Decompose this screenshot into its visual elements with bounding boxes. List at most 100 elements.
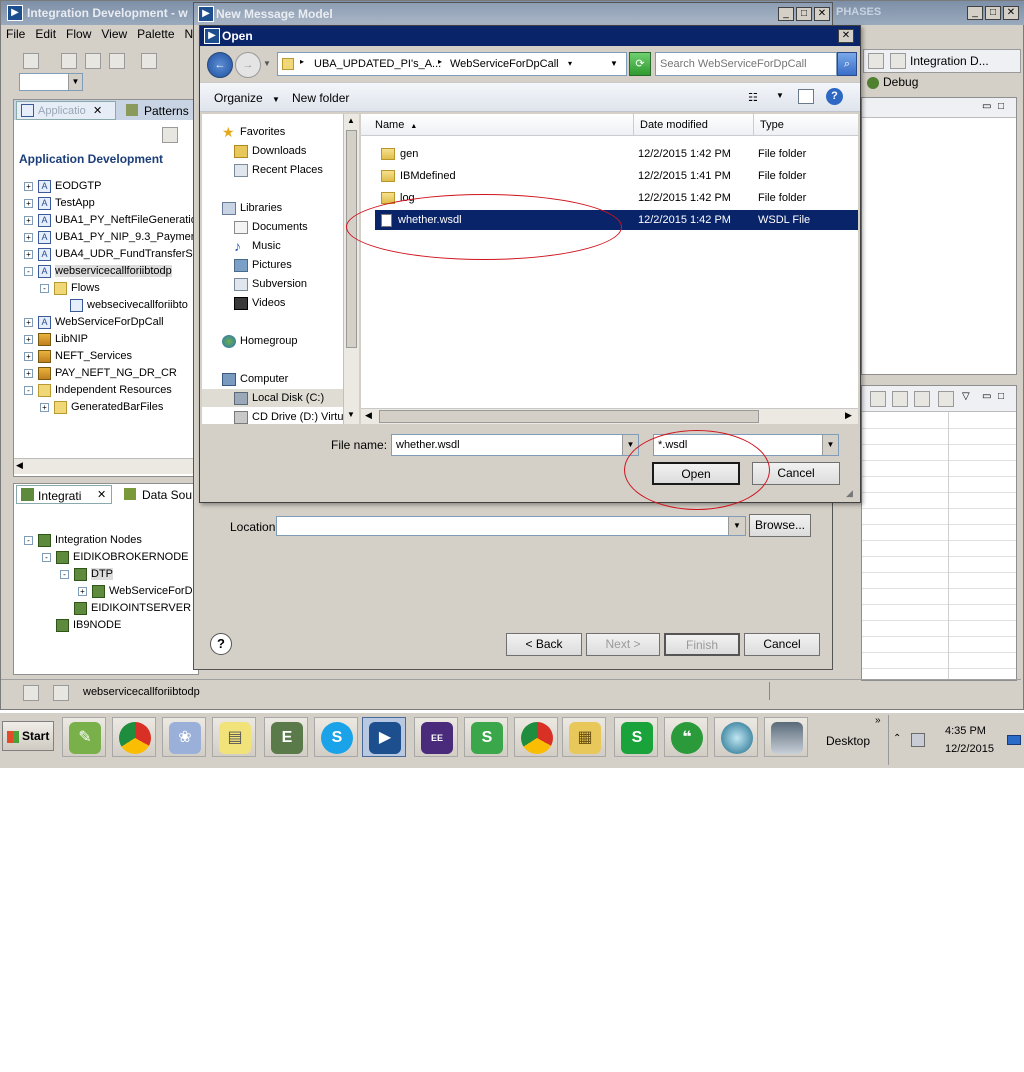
start-button[interactable]: Start	[2, 721, 54, 751]
debug-step-icon[interactable]	[870, 391, 886, 407]
help-icon[interactable]: ?	[210, 633, 232, 655]
nav-scrollbar[interactable]: ▲ ▼	[343, 114, 359, 424]
preview-pane-icon[interactable]	[798, 89, 814, 104]
integration-tree-item[interactable]: - DTP	[60, 566, 113, 583]
collapse-icon[interactable]: -	[24, 266, 33, 276]
collapse-icon[interactable]: -	[60, 569, 69, 579]
save-icon[interactable]	[61, 53, 77, 69]
expand-icon[interactable]: +	[24, 198, 33, 208]
menu-palette[interactable]: Palette	[132, 25, 179, 43]
nav-subversion[interactable]: Subversion	[234, 275, 307, 293]
clock-date[interactable]: 12/2/2015	[945, 743, 994, 755]
scroll-left-icon[interactable]: ◀	[16, 460, 23, 471]
nav-recent-places[interactable]: Recent Places	[234, 161, 323, 179]
tab-data-source[interactable]: Data Sou	[120, 485, 198, 504]
new-folder-button[interactable]: New folder	[292, 91, 349, 105]
new-icon[interactable]	[23, 53, 39, 69]
ide-maximize-button[interactable]: □	[985, 6, 1001, 20]
chevron-down-icon[interactable]: ▾	[568, 59, 572, 68]
taskbar-app-skype[interactable]: S	[314, 717, 358, 757]
taskbar-app-hangouts[interactable]: ❝	[664, 717, 708, 757]
nmm-minimize-button[interactable]: _	[778, 7, 794, 21]
menu-flow[interactable]: Flow	[61, 25, 96, 43]
open-perspective-icon[interactable]	[868, 53, 884, 69]
taskbar-app-s[interactable]: S	[464, 717, 508, 757]
nav-pictures[interactable]: Pictures	[234, 256, 292, 274]
nav-cd-drive[interactable]: CD Drive (D:) Virtu	[234, 408, 343, 426]
scroll-up-icon[interactable]: ▲	[347, 116, 355, 125]
tree-item[interactable]: + LibNIP	[24, 331, 88, 348]
tree-item[interactable]: - Flows	[40, 280, 100, 297]
file-list-hscrollbar[interactable]: ◀ ▶	[361, 408, 858, 424]
chevron-down-icon[interactable]: ▼	[776, 91, 784, 100]
tab-integration[interactable]: Integrati ✕	[16, 485, 112, 504]
integration-tree-item[interactable]: IB9NODE	[42, 617, 121, 634]
minimize-view-icon[interactable]: ▭	[982, 101, 991, 112]
finish-button[interactable]: Finish	[664, 633, 740, 656]
view-menu-icon[interactable]: ▽	[962, 391, 970, 402]
file-row[interactable]: IBMdefined 12/2/2015 1:41 PM File folder	[375, 166, 858, 186]
tree-item[interactable]: - Awebservicecallforiibtodp	[24, 263, 172, 280]
expand-icon[interactable]: +	[24, 215, 33, 225]
desktop-toolbar[interactable]: Desktop	[826, 734, 870, 748]
collapse-icon[interactable]: -	[24, 385, 33, 395]
tree-item[interactable]: + A WebServiceForDpCall	[24, 314, 164, 331]
file-row[interactable]: gen 12/2/2015 1:42 PM File folder	[375, 144, 858, 164]
maximize-view-icon[interactable]: □	[998, 101, 1004, 112]
expand-icon[interactable]: +	[24, 351, 33, 361]
taskbar-app-spreadsheet[interactable]: S	[614, 717, 658, 757]
nav-local-disk[interactable]: Local Disk (C:)	[202, 389, 343, 407]
fast-view-icon[interactable]	[23, 685, 39, 701]
tree-item[interactable]: websecivecallforiibto	[56, 297, 188, 314]
close-icon[interactable]: ✕	[97, 488, 106, 501]
taskbar-app-notes[interactable]: ▤	[212, 717, 256, 757]
tree-item[interactable]: + NEFT_Services	[24, 348, 132, 365]
ide-close-button[interactable]: ✕	[1003, 6, 1019, 20]
clock-time[interactable]: 4:35 PM	[945, 725, 986, 737]
perspective-label[interactable]: Integration D...	[910, 54, 989, 68]
expand-icon[interactable]: +	[24, 232, 33, 242]
taskbar-app-paint[interactable]: ❀	[162, 717, 206, 757]
search-icon[interactable]: ⌕	[837, 52, 857, 76]
location-field[interactable]	[276, 516, 746, 536]
ide-minimize-button[interactable]: _	[967, 6, 983, 20]
menu-view[interactable]: View	[96, 25, 132, 43]
taskbar-app-java-ee-ide[interactable]: EE	[414, 717, 458, 757]
integration-tree-item[interactable]: EIDIKOINTSERVER	[60, 600, 191, 617]
breadcrumb-separator-icon[interactable]: ▸	[300, 57, 304, 66]
collapse-icon[interactable]: -	[42, 552, 51, 562]
expand-icon[interactable]: +	[24, 368, 33, 378]
nmm-maximize-button[interactable]: □	[796, 7, 812, 21]
nav-libraries[interactable]: Libraries	[222, 199, 282, 217]
next-button[interactable]: Next >	[586, 633, 660, 656]
help-icon[interactable]: ?	[826, 88, 843, 105]
breadcrumb-item-parent[interactable]: UBA_UPDATED_PI's_A...	[314, 58, 441, 70]
tree-item[interactable]: + A UBA4_UDR_FundTransferSir	[24, 246, 196, 263]
tab-patterns[interactable]: Patterns	[122, 101, 198, 120]
organize-button[interactable]: Organize ▼	[214, 91, 280, 105]
integration-tree-item[interactable]: - EIDIKOBROKERNODE	[42, 549, 189, 566]
nmm-close-button[interactable]: ✕	[814, 7, 830, 21]
menu-edit[interactable]: Edit	[30, 25, 61, 43]
integration-tree-item[interactable]: - Integration Nodes	[24, 532, 142, 549]
nav-favorites[interactable]: ★ Favorites	[222, 123, 285, 141]
recent-locations-icon[interactable]: ▼	[263, 59, 271, 68]
sync-icon[interactable]	[162, 127, 178, 143]
expand-icon[interactable]: +	[24, 181, 33, 191]
nav-videos[interactable]: Videos	[234, 294, 285, 312]
taskbar-overflow-icon[interactable]: »	[875, 715, 881, 726]
open-close-button[interactable]: ✕	[838, 29, 854, 43]
expand-icon[interactable]: +	[24, 249, 33, 259]
nav-computer[interactable]: Computer	[222, 370, 288, 388]
search-input[interactable]	[658, 55, 832, 73]
print-icon[interactable]	[109, 53, 125, 69]
taskbar-app-notepad[interactable]: ✎	[62, 717, 106, 757]
breadcrumb[interactable]: ▸ UBA_UPDATED_PI's_A... ▸ WebServiceForD…	[277, 52, 627, 76]
toolbar-combo[interactable]: ▼	[19, 73, 83, 91]
refresh-icon[interactable]: ⟳	[629, 52, 651, 76]
show-desktop-icon[interactable]	[1007, 735, 1021, 745]
close-icon[interactable]: ✕	[93, 104, 102, 117]
taskbar-app-orb[interactable]	[714, 717, 758, 757]
integration-tree-item[interactable]: + WebServiceForD	[78, 583, 193, 600]
taskbar-app-integration-toolkit[interactable]: ▶	[362, 717, 406, 757]
